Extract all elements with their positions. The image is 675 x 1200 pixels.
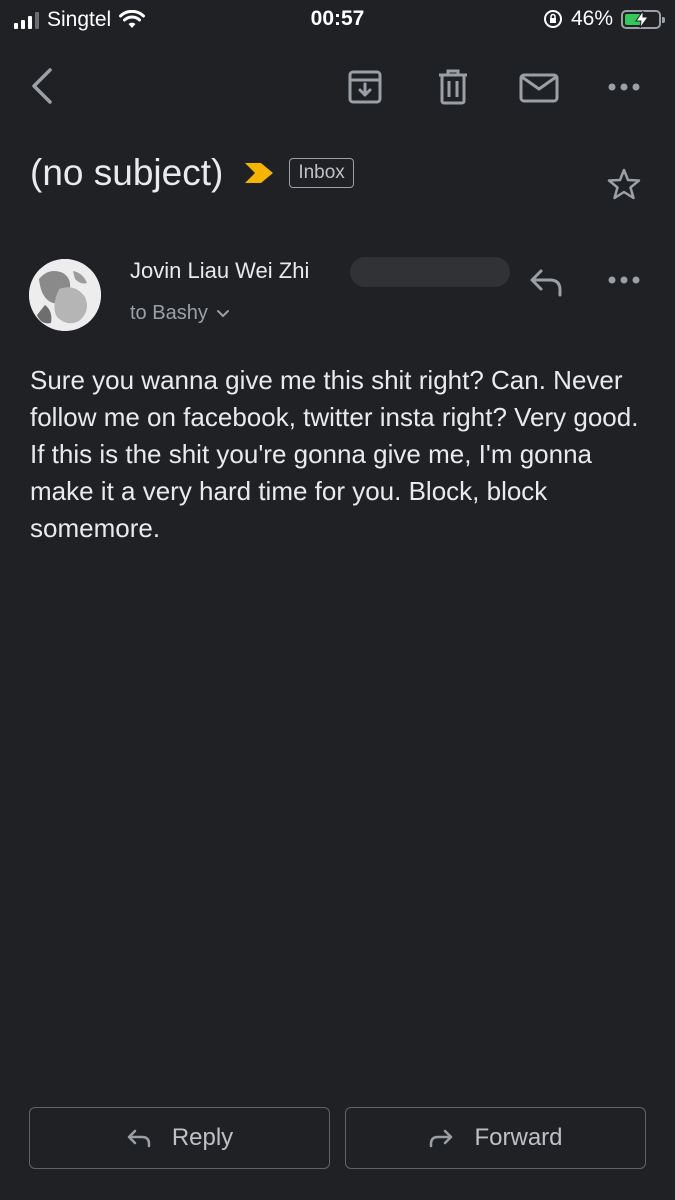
back-icon [32, 68, 52, 104]
avatar-photo [29, 259, 101, 331]
battery-percent: 46% [570, 7, 613, 30]
reply-icon [127, 1129, 151, 1148]
battery-icon [621, 9, 665, 29]
star-icon [607, 168, 641, 200]
email-body: Sure you wanna give me this shit right? … [30, 365, 639, 543]
delete-button[interactable] [432, 66, 474, 108]
email-subject: (no subject) [30, 152, 224, 193]
archive-button[interactable] [344, 66, 386, 108]
redacted-sender-email [350, 257, 510, 287]
message-more-button[interactable] [602, 268, 646, 292]
reply-icon [530, 269, 562, 297]
importance-marker-icon[interactable] [243, 161, 275, 185]
archive-icon [348, 70, 382, 104]
sender-avatar[interactable] [29, 259, 101, 331]
recipient-text: to Bashy [130, 302, 208, 324]
status-bar: Singtel 00:57 46% [0, 0, 675, 38]
delete-icon [439, 69, 467, 105]
more-icon [608, 276, 640, 284]
forward-icon [430, 1129, 453, 1148]
more-options-button[interactable] [602, 72, 646, 102]
more-icon [608, 83, 640, 91]
forward-label: Forward [474, 1124, 563, 1151]
chevron-down-icon [216, 309, 229, 317]
mark-unread-icon [519, 73, 559, 103]
subject-row: (no subject) Inbox [30, 152, 354, 194]
star-button[interactable] [604, 164, 644, 204]
reply-label: Reply [171, 1124, 234, 1151]
inbox-label-chip[interactable]: Inbox [289, 158, 354, 188]
orientation-lock-icon [543, 10, 562, 28]
back-button[interactable] [24, 64, 60, 108]
reply-button[interactable]: Reply [29, 1107, 330, 1169]
reply-icon-button[interactable] [524, 262, 568, 302]
recipient-details[interactable]: to Bashy [130, 302, 230, 325]
forward-button[interactable]: Forward [345, 1107, 646, 1169]
mark-unread-button[interactable] [517, 68, 561, 108]
sender-name: Jovin Liau Wei Zhi [130, 258, 310, 283]
